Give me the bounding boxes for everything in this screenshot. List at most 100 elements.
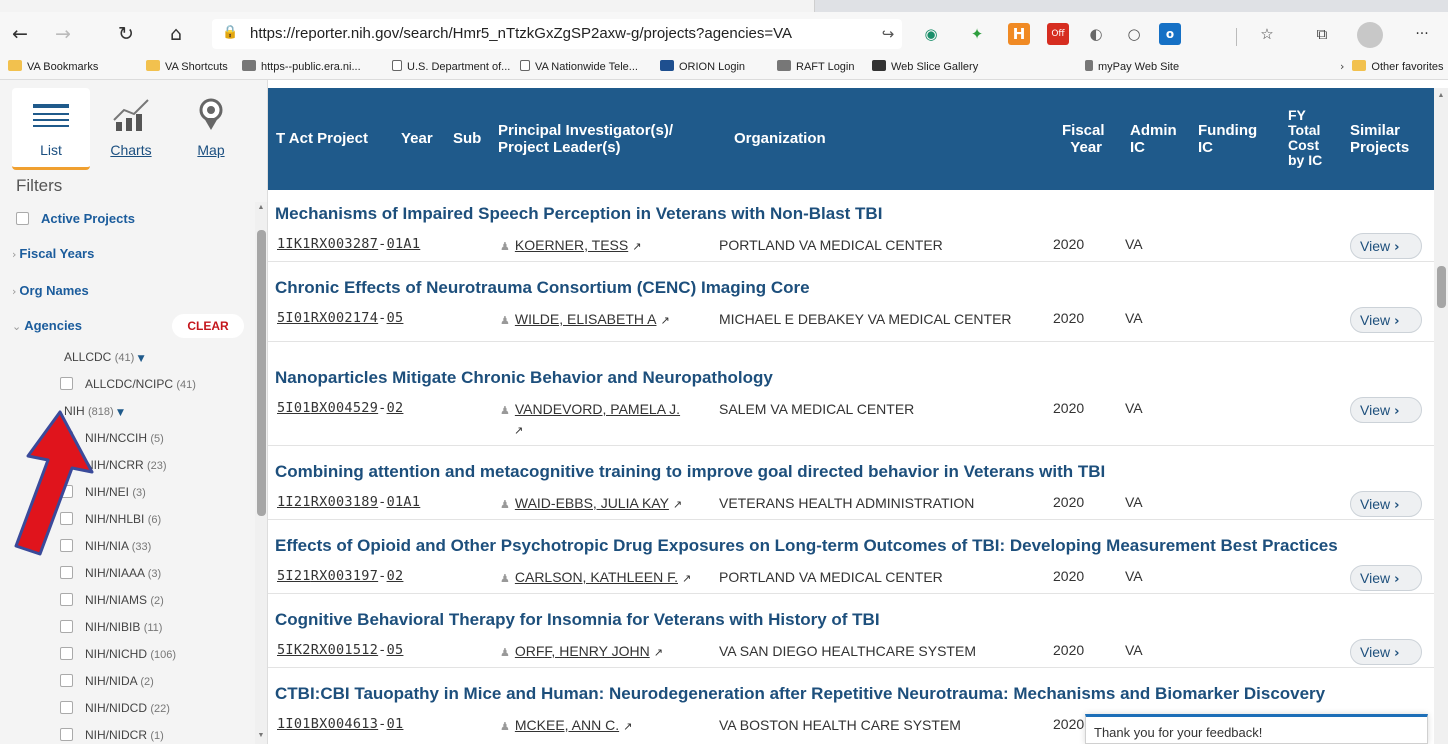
- header-year[interactable]: Year: [401, 130, 433, 147]
- checkbox[interactable]: [60, 377, 73, 390]
- results-scrollbar[interactable]: ▲: [1434, 88, 1448, 744]
- filter-nih-niaaa[interactable]: NIH/NIAAA (3): [60, 566, 161, 580]
- address-bar[interactable]: 🔒 https://reporter.nih.gov/search/Hmr5_n…: [212, 19, 902, 49]
- circle-icon[interactable]: ◐: [1085, 23, 1107, 45]
- filter-group-allcdc[interactable]: ALLCDC (41) ▼: [64, 350, 145, 364]
- filter-nih-nida[interactable]: NIH/NIDA (2): [60, 674, 154, 688]
- project-number-link[interactable]: 5IK2RX001512-05: [277, 642, 403, 658]
- filter-nih-nibib[interactable]: NIH/NIBIB (11): [60, 620, 162, 634]
- bookmark-us-dept[interactable]: U.S. Department of...: [392, 60, 510, 73]
- back-icon[interactable]: ←: [8, 22, 32, 46]
- home-icon[interactable]: ⌂: [164, 22, 188, 46]
- header-pi[interactable]: Principal Investigator(s)/ Project Leade…: [498, 122, 673, 156]
- header-funding-ic[interactable]: Funding IC: [1198, 122, 1257, 156]
- scroll-up-icon[interactable]: ▲: [1436, 92, 1446, 99]
- pi-link[interactable]: ♟ ORFF, HENRY JOHN ↗: [500, 642, 710, 662]
- checkbox[interactable]: [60, 566, 73, 579]
- refresh-icon[interactable]: ↻: [114, 22, 138, 46]
- flame-icon[interactable]: ✦: [966, 23, 988, 45]
- results-scrollbar-thumb[interactable]: [1437, 266, 1446, 308]
- bookmark-mypay[interactable]: myPay Web Site: [1085, 60, 1179, 73]
- tab-map[interactable]: Map: [172, 88, 250, 170]
- checkbox[interactable]: [60, 593, 73, 606]
- forward-icon[interactable]: →: [51, 22, 75, 46]
- outlook-icon[interactable]: o: [1159, 23, 1181, 45]
- pi-link[interactable]: ♟ CARLSON, KATHLEEN F. ↗: [500, 568, 710, 588]
- bookmark-raft[interactable]: RAFT Login: [777, 60, 855, 73]
- clear-button[interactable]: CLEAR: [172, 314, 244, 338]
- more-menu-icon[interactable]: ···: [1410, 22, 1434, 46]
- header-similar-projects[interactable]: Similar Projects: [1350, 122, 1409, 156]
- reading-view-icon[interactable]: ↪: [877, 23, 899, 45]
- bookmark-other-favorites[interactable]: › Other favorites: [1340, 60, 1444, 73]
- checkbox[interactable]: [60, 701, 73, 714]
- view-similar-button[interactable]: View ›: [1350, 397, 1422, 423]
- bookmark-web-slice[interactable]: Web Slice Gallery: [872, 60, 978, 73]
- project-title-link[interactable]: Nanoparticles Mitigate Chronic Behavior …: [275, 368, 773, 388]
- project-title-link[interactable]: Chronic Effects of Neurotrauma Consortiu…: [275, 278, 810, 298]
- bookmark-va-shortcuts[interactable]: VA Shortcuts: [146, 60, 228, 73]
- header-admin-ic[interactable]: Admin IC: [1130, 122, 1177, 156]
- filter-scrollbar-thumb[interactable]: [257, 230, 266, 516]
- header-fy-total-cost[interactable]: FY Total Cost by IC: [1288, 108, 1322, 168]
- ring-icon[interactable]: ○: [1123, 23, 1145, 45]
- folder-icon: [146, 60, 160, 71]
- scroll-up-icon[interactable]: ▲: [256, 204, 266, 211]
- project-title-link[interactable]: Effects of Opioid and Other Psychotropic…: [275, 536, 1338, 556]
- project-number-link[interactable]: 1I21RX003189-01A1: [277, 494, 420, 510]
- project-title-link[interactable]: Combining attention and metacognitive tr…: [275, 462, 1105, 482]
- collections-icon[interactable]: ⧉: [1311, 23, 1333, 45]
- honey-icon[interactable]: H: [1008, 23, 1030, 45]
- pi-link[interactable]: ♟ KOERNER, TESS ↗: [500, 236, 710, 256]
- filter-nih-niams[interactable]: NIH/NIAMS (2): [60, 593, 164, 607]
- view-similar-button[interactable]: View ›: [1350, 491, 1422, 517]
- filter-nih-nichd[interactable]: NIH/NICHD (106): [60, 647, 176, 661]
- project-title-link[interactable]: Mechanisms of Impaired Speech Perception…: [275, 204, 882, 224]
- pi-link[interactable]: ♟ WILDE, ELISABETH A ↗: [500, 310, 710, 330]
- favorites-icon[interactable]: ☆: [1256, 23, 1278, 45]
- pi-link[interactable]: ♟ WAID-EBBS, JULIA KAY ↗: [500, 494, 710, 514]
- view-similar-button[interactable]: View ›: [1350, 307, 1422, 333]
- project-number-link[interactable]: 1I01BX004613-01: [277, 716, 403, 732]
- checkbox[interactable]: [60, 728, 73, 741]
- filter-nih-nidcr[interactable]: NIH/NIDCR (1): [60, 728, 164, 742]
- project-title-link[interactable]: Cognitive Behavioral Therapy for Insomni…: [275, 610, 880, 630]
- profile-avatar[interactable]: [1357, 22, 1383, 48]
- header-sub[interactable]: Sub: [453, 130, 481, 147]
- scroll-down-icon[interactable]: ▼: [256, 732, 266, 739]
- filter-allcdc-ncipc[interactable]: ALLCDC/NCIPC (41): [60, 377, 196, 391]
- bookmark-va-bookmarks[interactable]: VA Bookmarks: [8, 60, 98, 73]
- pi-link[interactable]: ♟ VANDEVORD, PAMELA J. ↗: [500, 400, 710, 440]
- globe-icon[interactable]: ◉: [920, 23, 942, 45]
- view-similar-button[interactable]: View ›: [1350, 565, 1422, 591]
- checkbox[interactable]: [60, 647, 73, 660]
- url-text[interactable]: https://reporter.nih.gov/search/Hmr5_nTt…: [250, 25, 792, 42]
- header-t-act-project[interactable]: T Act Project: [276, 130, 368, 147]
- view-similar-button[interactable]: View ›: [1350, 639, 1422, 665]
- bookmark-orion[interactable]: ORION Login: [660, 60, 745, 73]
- project-number-link[interactable]: 5I01BX004529-02: [277, 400, 403, 416]
- project-title-link[interactable]: CTBI:CBI Tauopathy in Mice and Human: Ne…: [275, 684, 1325, 704]
- filter-scrollbar[interactable]: ▲ ▼: [255, 202, 267, 744]
- filter-active-projects[interactable]: Active Projects: [16, 211, 135, 226]
- header-organization[interactable]: Organization: [734, 130, 826, 147]
- tab-list[interactable]: List: [12, 88, 90, 170]
- browser-tab[interactable]: [0, 0, 815, 12]
- project-number-link[interactable]: 1IK1RX003287-01A1: [277, 236, 420, 252]
- view-similar-button[interactable]: View ›: [1350, 233, 1422, 259]
- bookmark-va-nationwide[interactable]: VA Nationwide Tele...: [520, 60, 638, 73]
- tab-charts[interactable]: Charts: [92, 88, 170, 170]
- header-fiscal-year[interactable]: Fiscal Year: [1062, 122, 1105, 156]
- filter-nih-nidcd[interactable]: NIH/NIDCD (22): [60, 701, 170, 715]
- checkbox[interactable]: [60, 674, 73, 687]
- bookmark-era[interactable]: https--public.era.ni...: [242, 60, 361, 73]
- filter-org-names[interactable]: › Org Names: [12, 283, 89, 298]
- filter-agencies[interactable]: ⌄ Agencies: [12, 318, 82, 333]
- ad-off-icon[interactable]: Off: [1047, 23, 1069, 45]
- checkbox[interactable]: [60, 620, 73, 633]
- checkbox[interactable]: [16, 212, 29, 225]
- filter-fiscal-years[interactable]: › Fiscal Years: [12, 246, 94, 261]
- project-number-link[interactable]: 5I21RX003197-02: [277, 568, 403, 584]
- pi-link[interactable]: ♟ MCKEE, ANN C. ↗: [500, 716, 710, 736]
- project-number-link[interactable]: 5I01RX002174-05: [277, 310, 403, 326]
